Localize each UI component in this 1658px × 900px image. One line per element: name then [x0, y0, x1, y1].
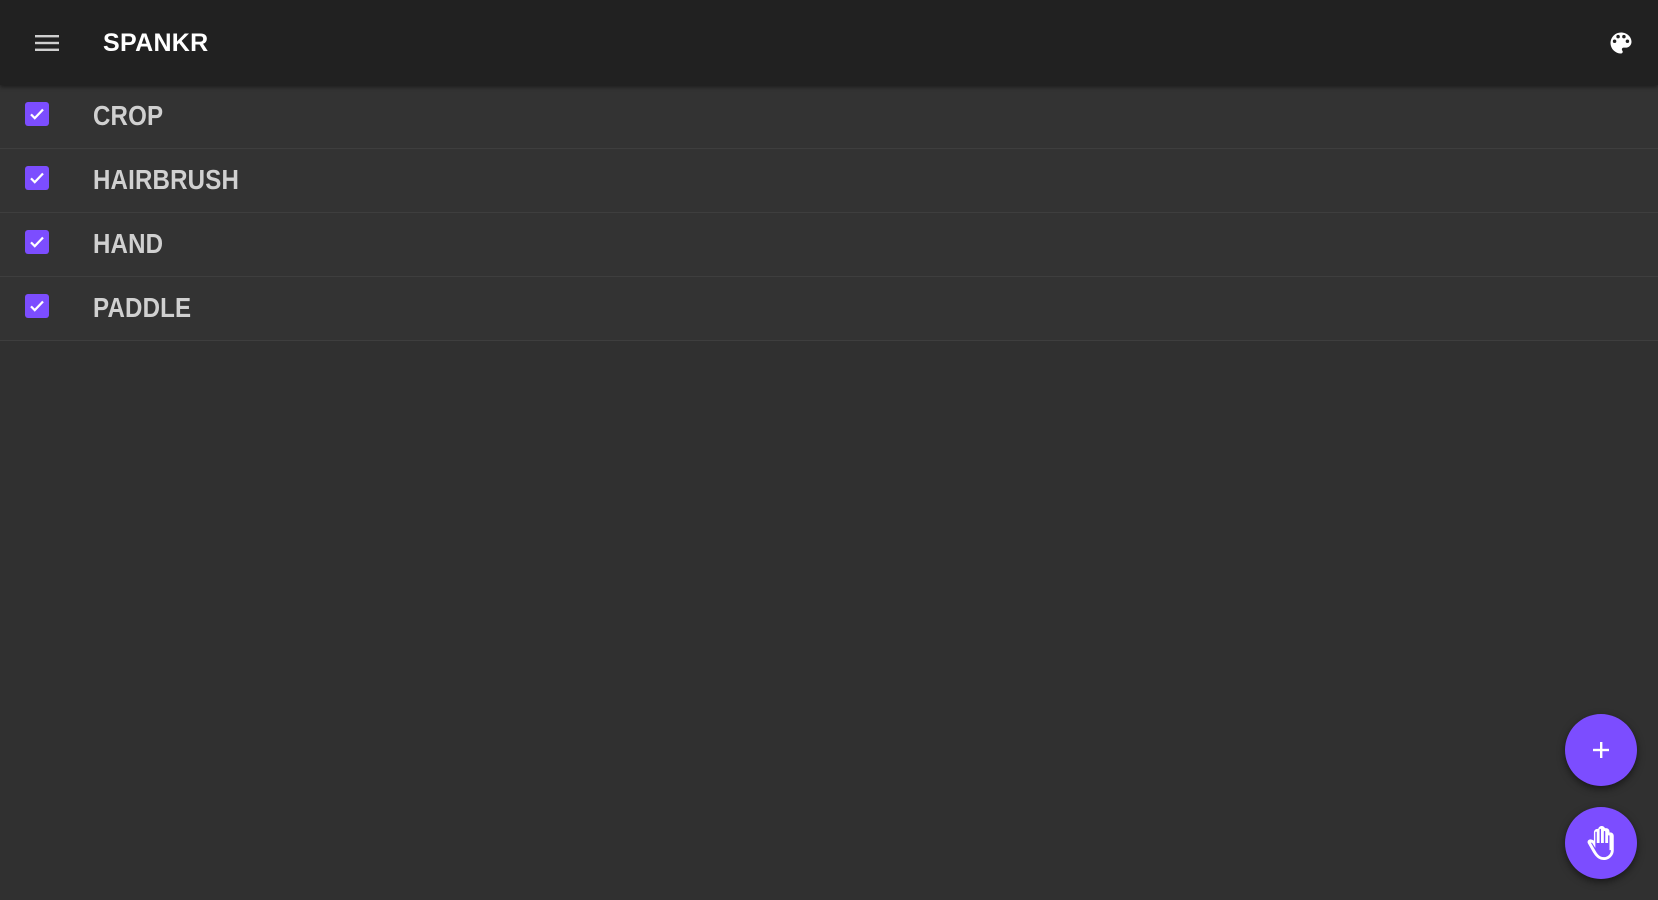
spank-button[interactable]: [1565, 807, 1637, 879]
hamburger-menu-icon: [35, 35, 59, 51]
implement-list: CROP HAIRBRUSH HAND PADDLE: [0, 85, 1658, 341]
list-item-label: PADDLE: [93, 292, 192, 323]
list-item-label: HAND: [93, 228, 164, 259]
list-item-label: CROP: [93, 100, 164, 131]
checkbox-hand[interactable]: [25, 230, 49, 254]
list-item-label: HAIRBRUSH: [93, 164, 240, 195]
check-icon: [30, 108, 44, 120]
theme-button[interactable]: [1602, 24, 1640, 62]
hand-icon: [1587, 826, 1614, 860]
app: SPANKR CROP HAIRBRUSH HAND PADDLE: [0, 0, 1658, 900]
plus-icon: [1593, 742, 1609, 758]
check-icon: [30, 172, 44, 184]
checkbox-crop[interactable]: [25, 102, 49, 126]
check-icon: [30, 300, 44, 312]
palette-icon: [1610, 32, 1632, 54]
list-item-hand[interactable]: HAND: [0, 213, 1658, 277]
checkbox-paddle[interactable]: [25, 294, 49, 318]
check-icon: [30, 236, 44, 248]
menu-button[interactable]: [28, 24, 66, 62]
add-item-button[interactable]: [1565, 714, 1637, 786]
top-app-bar: SPANKR: [0, 0, 1658, 85]
list-item-crop[interactable]: CROP: [0, 85, 1658, 149]
checkbox-hairbrush[interactable]: [25, 166, 49, 190]
list-item-paddle[interactable]: PADDLE: [0, 277, 1658, 341]
list-item-hairbrush[interactable]: HAIRBRUSH: [0, 149, 1658, 213]
app-title: SPANKR: [103, 29, 209, 57]
